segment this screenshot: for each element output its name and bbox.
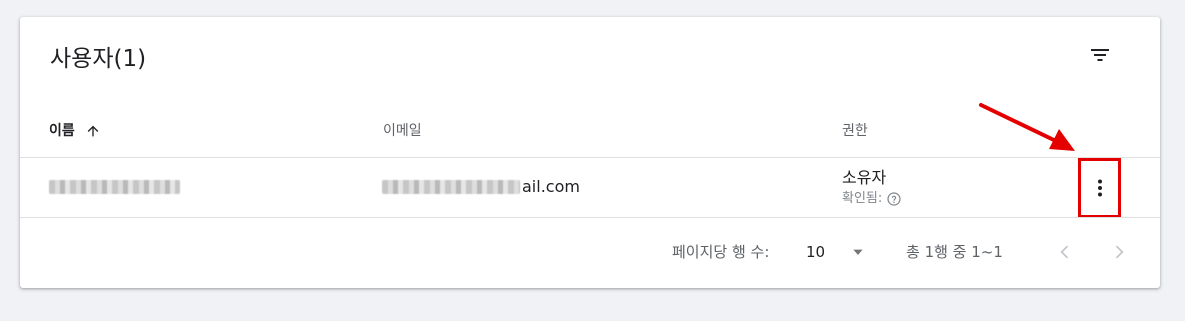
redacted-email	[382, 180, 520, 194]
column-header-name[interactable]: 이름	[49, 121, 101, 141]
column-header-role[interactable]: 권한	[842, 121, 868, 141]
role-status: 확인됨:	[842, 190, 902, 208]
chevron-left-icon	[1060, 245, 1069, 259]
rows-per-page-label: 페이지당 행 수:	[672, 243, 770, 261]
chevron-right-icon	[1115, 245, 1124, 259]
table-row[interactable]: ail.com 소유자 확인됨:	[20, 158, 1160, 217]
row-divider	[20, 217, 1160, 218]
annotation-highlight-box	[1078, 158, 1121, 218]
users-card: 사용자(1) 이름 이메일 권한 ail.com 소유자 확인됨: 페이지당 행…	[20, 17, 1160, 288]
rows-per-page-value: 10	[806, 243, 826, 261]
next-page-button[interactable]	[1105, 238, 1133, 266]
previous-page-button[interactable]	[1051, 238, 1079, 266]
pagination-range: 총 1행 중 1~1	[906, 243, 1003, 261]
caret-down-icon	[853, 249, 863, 255]
arrow-up-icon	[87, 125, 99, 137]
help-circle-icon[interactable]	[886, 191, 902, 207]
column-header-email[interactable]: 이메일	[383, 121, 422, 141]
filter-button[interactable]	[1080, 37, 1120, 73]
role-value: 소유자	[842, 168, 887, 187]
email-suffix: ail.com	[522, 177, 580, 196]
rows-per-page-select[interactable]: 10	[806, 231, 865, 273]
page-title: 사용자(1)	[50, 46, 147, 72]
column-header-name-label: 이름	[49, 123, 75, 139]
role-status-label: 확인됨:	[842, 191, 883, 206]
redacted-name	[49, 180, 180, 194]
filter-icon	[1091, 49, 1109, 61]
